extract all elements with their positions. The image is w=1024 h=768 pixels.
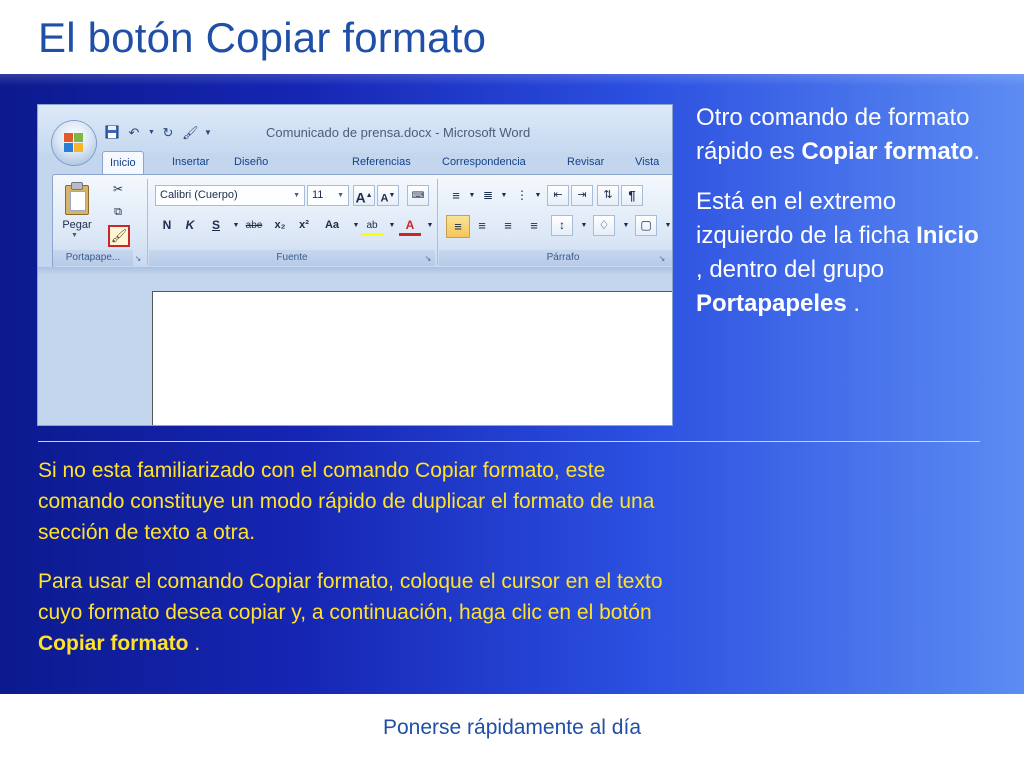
shading-button[interactable]: ♢ <box>593 215 615 236</box>
borders-dropdown-icon[interactable]: ▼ <box>657 215 672 236</box>
office-logo-icon <box>64 133 84 153</box>
group-separator <box>147 179 148 265</box>
copy-icon[interactable]: ⧉ <box>107 202 129 223</box>
subscript-button[interactable]: x₂ <box>269 215 291 236</box>
paste-label[interactable]: Pegar <box>59 219 95 231</box>
justify-button[interactable]: ≡ <box>523 215 545 236</box>
bold-button[interactable]: N <box>156 215 178 236</box>
sort-button[interactable]: ⇅ <box>597 185 619 206</box>
side-paragraph-1: Otro comando de formato rápido es Copiar… <box>696 104 981 165</box>
strikethrough-button[interactable]: abe <box>243 215 265 236</box>
font-size-value: 11 <box>312 189 324 201</box>
redo-icon[interactable]: ↻ <box>160 125 176 141</box>
tab-correspondencia[interactable]: Correspondencia <box>435 151 533 175</box>
highlight-button[interactable]: ab <box>361 215 383 236</box>
word-titlebar: ↶ ▼ ↻ 🖌 ▼ Comunicado de prensa.docx - Mi… <box>38 105 672 153</box>
window-title: Comunicado de prensa.docx - Microsoft Wo… <box>266 125 531 140</box>
align-left-button[interactable]: ≡ <box>446 215 470 238</box>
font-size-combo[interactable]: 11 ▼ <box>307 185 349 206</box>
italic-button[interactable]: K <box>179 215 201 236</box>
document-area <box>38 267 672 425</box>
show-marks-button[interactable]: ¶ <box>621 185 643 206</box>
tab-insertar[interactable]: Insertar <box>165 151 216 175</box>
divider-line <box>38 441 980 442</box>
increase-indent-button[interactable]: ⇥ <box>571 185 593 206</box>
multilevel-dropdown-icon[interactable]: ▼ <box>527 185 549 206</box>
font-name-dropdown-icon[interactable]: ▼ <box>293 186 300 205</box>
line-spacing-button[interactable]: ↕ <box>551 215 573 236</box>
superscript-button[interactable]: x² <box>293 215 315 236</box>
font-name-value: Calibri (Cuerpo) <box>160 189 238 201</box>
tab-revisar[interactable]: Revisar <box>560 151 611 175</box>
tab-vista[interactable]: Vista <box>628 151 666 175</box>
document-page[interactable] <box>152 291 672 425</box>
font-color-button[interactable]: A <box>399 215 421 236</box>
paintbrush-icon: 🖌 <box>110 228 128 243</box>
decrease-indent-button[interactable]: ⇤ <box>547 185 569 206</box>
align-center-button[interactable]: ≡ <box>471 215 493 236</box>
tab-inicio[interactable]: Inicio <box>102 151 144 176</box>
change-case-button[interactable]: Aa <box>319 215 345 236</box>
tab-diseno-de-pagina[interactable]: Diseño de página <box>227 151 275 212</box>
group-label-fuente: Fuente <box>149 250 435 266</box>
slide-footer: Ponerse rápidamente al día <box>383 716 641 739</box>
shading-dropdown-icon[interactable]: ▼ <box>615 215 637 236</box>
grow-font-button[interactable]: A▲ <box>353 185 375 206</box>
group-separator <box>437 179 438 265</box>
customize-qat-icon[interactable]: ▼ <box>204 125 212 141</box>
body-paragraph-2: Para usar el comando Copiar formato, col… <box>38 570 663 655</box>
font-size-dropdown-icon[interactable]: ▼ <box>337 186 344 205</box>
undo-icon[interactable]: ↶ <box>126 125 142 141</box>
slide-title: El botón Copiar formato <box>38 14 487 61</box>
tab-referencias[interactable]: Referencias <box>345 151 418 175</box>
line-spacing-dropdown-icon[interactable]: ▼ <box>573 215 595 236</box>
format-painter-button[interactable]: 🖌 <box>108 225 130 247</box>
underline-button[interactable]: S <box>205 215 227 236</box>
group-label-parrafo: Párrafo <box>439 250 672 266</box>
clear-formatting-button[interactable]: ⌨ <box>407 185 429 206</box>
align-right-button[interactable]: ≡ <box>497 215 519 236</box>
side-paragraph-2: Está en el extremo izquierdo de la ficha… <box>696 188 979 317</box>
portapapeles-launcher-icon[interactable]: ↘ <box>133 254 143 264</box>
shrink-font-button[interactable]: A▼ <box>377 185 399 206</box>
format-painter-qat-icon[interactable]: 🖌 <box>182 125 199 141</box>
group-label-portapapeles: Portapape... <box>53 250 133 266</box>
body-paragraph-1: Si no esta familiarizado con el comando … <box>38 459 655 544</box>
quick-access-toolbar: ↶ ▼ ↻ 🖌 ▼ <box>104 122 212 144</box>
borders-button[interactable]: ▢ <box>635 215 657 236</box>
side-text: Otro comando de formato rápido es Copiar… <box>696 101 986 337</box>
paste-dropdown-icon[interactable]: ▼ <box>71 232 78 239</box>
scissors-icon[interactable]: ✂ <box>107 179 129 200</box>
paste-button[interactable] <box>61 181 91 215</box>
word-screenshot: ↶ ▼ ↻ 🖌 ▼ Comunicado de prensa.docx - Mi… <box>38 105 672 425</box>
font-name-combo[interactable]: Calibri (Cuerpo) ▼ <box>155 185 305 206</box>
undo-dropdown-icon[interactable]: ▼ <box>148 125 155 141</box>
body-text: Si no esta familiarizado con el comando … <box>38 455 688 677</box>
save-icon[interactable] <box>104 125 120 141</box>
fuente-launcher-icon[interactable]: ↘ <box>423 254 433 264</box>
office-button[interactable] <box>52 121 96 165</box>
parrafo-launcher-icon[interactable]: ↘ <box>657 254 667 264</box>
ribbon: Pegar ▼ ✂ ⧉ 🖌 Portapape... ↘ Calibri (Cu… <box>52 174 672 268</box>
